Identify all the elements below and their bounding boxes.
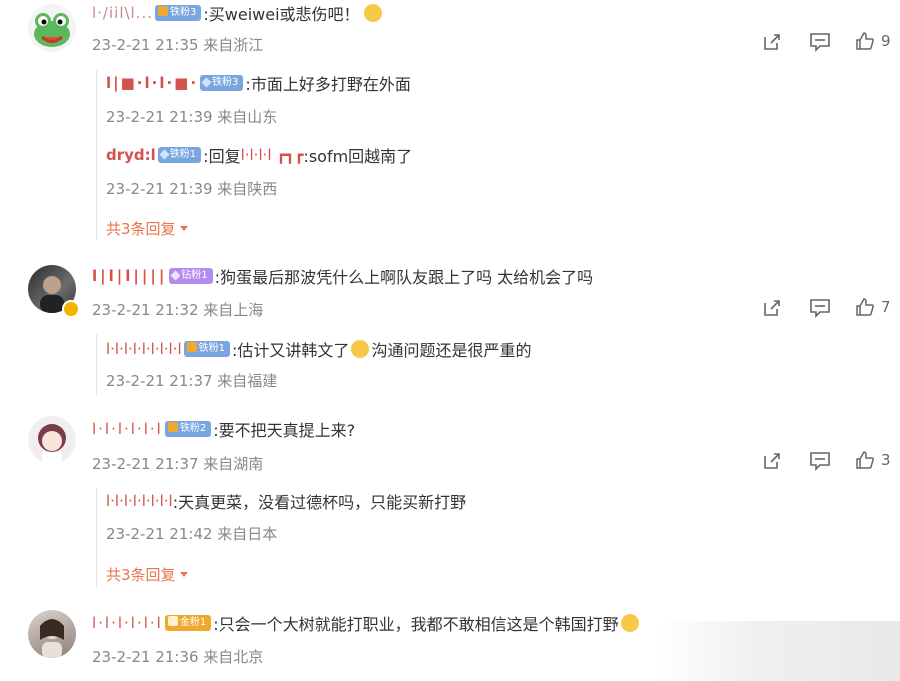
comment-icon[interactable]: [809, 298, 831, 318]
more-replies-link[interactable]: 共3条回复: [106, 564, 189, 585]
username[interactable]: l|l|l||||: [92, 267, 167, 285]
comment-icon[interactable]: [809, 451, 831, 471]
fan-badge: 铁粉3: [200, 75, 244, 91]
like-button[interactable]: 9: [855, 31, 891, 51]
reply-text: :天真更菜，没看过德杯吗，只能买新打野: [172, 493, 467, 512]
reply-text-continued: :sofm回越南了: [303, 147, 413, 166]
username[interactable]: l·l·l·l·l·l: [92, 614, 163, 632]
comment-text: :只会一个大树就能打职业，我都不敢相信这是个韩国打野: [213, 615, 619, 634]
like-count: 3: [881, 451, 891, 469]
caret-down-icon: [179, 571, 188, 577]
crown-icon: [167, 616, 178, 626]
avatar[interactable]: [28, 416, 76, 464]
fan-badge: 钻粉1: [169, 268, 213, 284]
like-button[interactable]: 3: [855, 450, 891, 470]
username[interactable]: l·l·l·l·l·l: [92, 420, 163, 438]
thumbs-up-icon: [856, 451, 874, 469]
comment-icon[interactable]: [809, 32, 831, 52]
username[interactable]: l·/iil\l...: [92, 4, 153, 22]
anime-avatar-icon: [38, 424, 66, 464]
fan-badge: 铁粉3: [155, 5, 202, 21]
crying-emoji-icon: [363, 4, 382, 22]
verified-icon: [62, 300, 80, 318]
reply-text: :回复: [203, 147, 241, 166]
share-icon[interactable]: [762, 451, 782, 471]
username[interactable]: dryd:l: [106, 146, 156, 164]
comment-text: :狗蛋最后那波凭什么上啊队友跟上了吗 太给机会了吗: [214, 268, 594, 287]
fan-badge: 金粉1: [164, 615, 212, 631]
diamond-icon: [201, 77, 212, 88]
thumbs-up-icon: [856, 32, 874, 50]
avatar[interactable]: [28, 4, 76, 52]
avatar[interactable]: [28, 610, 76, 658]
crown-icon: [167, 422, 178, 432]
fan-badge: 铁粉2: [164, 421, 212, 437]
watermark: [660, 621, 900, 681]
frog-avatar-icon: [28, 4, 76, 52]
username[interactable]: l|■·l·l·■·: [106, 74, 198, 92]
reply-text: :市面上好多打野在外面: [245, 75, 411, 94]
crown-icon: [158, 6, 169, 16]
crown-icon: [186, 342, 197, 352]
reply-text: :估计又讲韩文了: [232, 341, 350, 360]
mentioned-user[interactable]: l·l·l·l ┏┓┏: [241, 146, 304, 164]
diamond-icon: [159, 149, 170, 160]
like-button[interactable]: 7: [855, 297, 891, 317]
share-icon[interactable]: [762, 32, 782, 52]
like-count: 9: [881, 32, 891, 50]
comment-text: :要不把天真提上来?: [213, 421, 356, 440]
comment-text: :买weiwei或悲伤吧！: [203, 5, 360, 24]
comment-meta: 23-2-21 21:35 来自浙江: [92, 36, 264, 54]
reply-meta: 23-2-21 21:39 来自陕西: [106, 180, 278, 198]
diamond-icon: [170, 270, 181, 281]
reply-meta: 23-2-21 21:39 来自山东: [106, 108, 278, 126]
thumbs-up-icon: [856, 298, 874, 316]
username[interactable]: l·l·l·l·l·l·l·l: [106, 492, 173, 510]
reply-meta: 23-2-21 21:42 来自日本: [106, 525, 278, 543]
laughing-crying-emoji-icon: [351, 340, 370, 358]
reply-text-continued: 沟通问题还是很严重的: [371, 341, 532, 360]
more-replies-label: 共3条回复: [106, 220, 176, 238]
comment-meta: 23-2-21 21:36 来自北京: [92, 648, 264, 666]
comment-meta: 23-2-21 21:32 来自上海: [92, 301, 264, 319]
person-avatar-icon: [40, 619, 64, 658]
comment-meta: 23-2-21 21:37 来自湖南: [92, 455, 264, 473]
fan-badge: 铁粉1: [183, 341, 231, 357]
more-replies-link[interactable]: 共3条回复: [106, 218, 189, 239]
share-icon[interactable]: [762, 298, 782, 318]
caret-down-icon: [179, 225, 188, 231]
reply-meta: 23-2-21 21:37 来自福建: [106, 372, 278, 390]
grinning-emoji-icon: [620, 614, 639, 632]
like-count: 7: [881, 298, 891, 316]
more-replies-label: 共3条回复: [106, 566, 176, 584]
fan-badge: 铁粉1: [157, 147, 202, 163]
username[interactable]: l·l·l·l·l·l·l·l·l: [106, 340, 182, 358]
